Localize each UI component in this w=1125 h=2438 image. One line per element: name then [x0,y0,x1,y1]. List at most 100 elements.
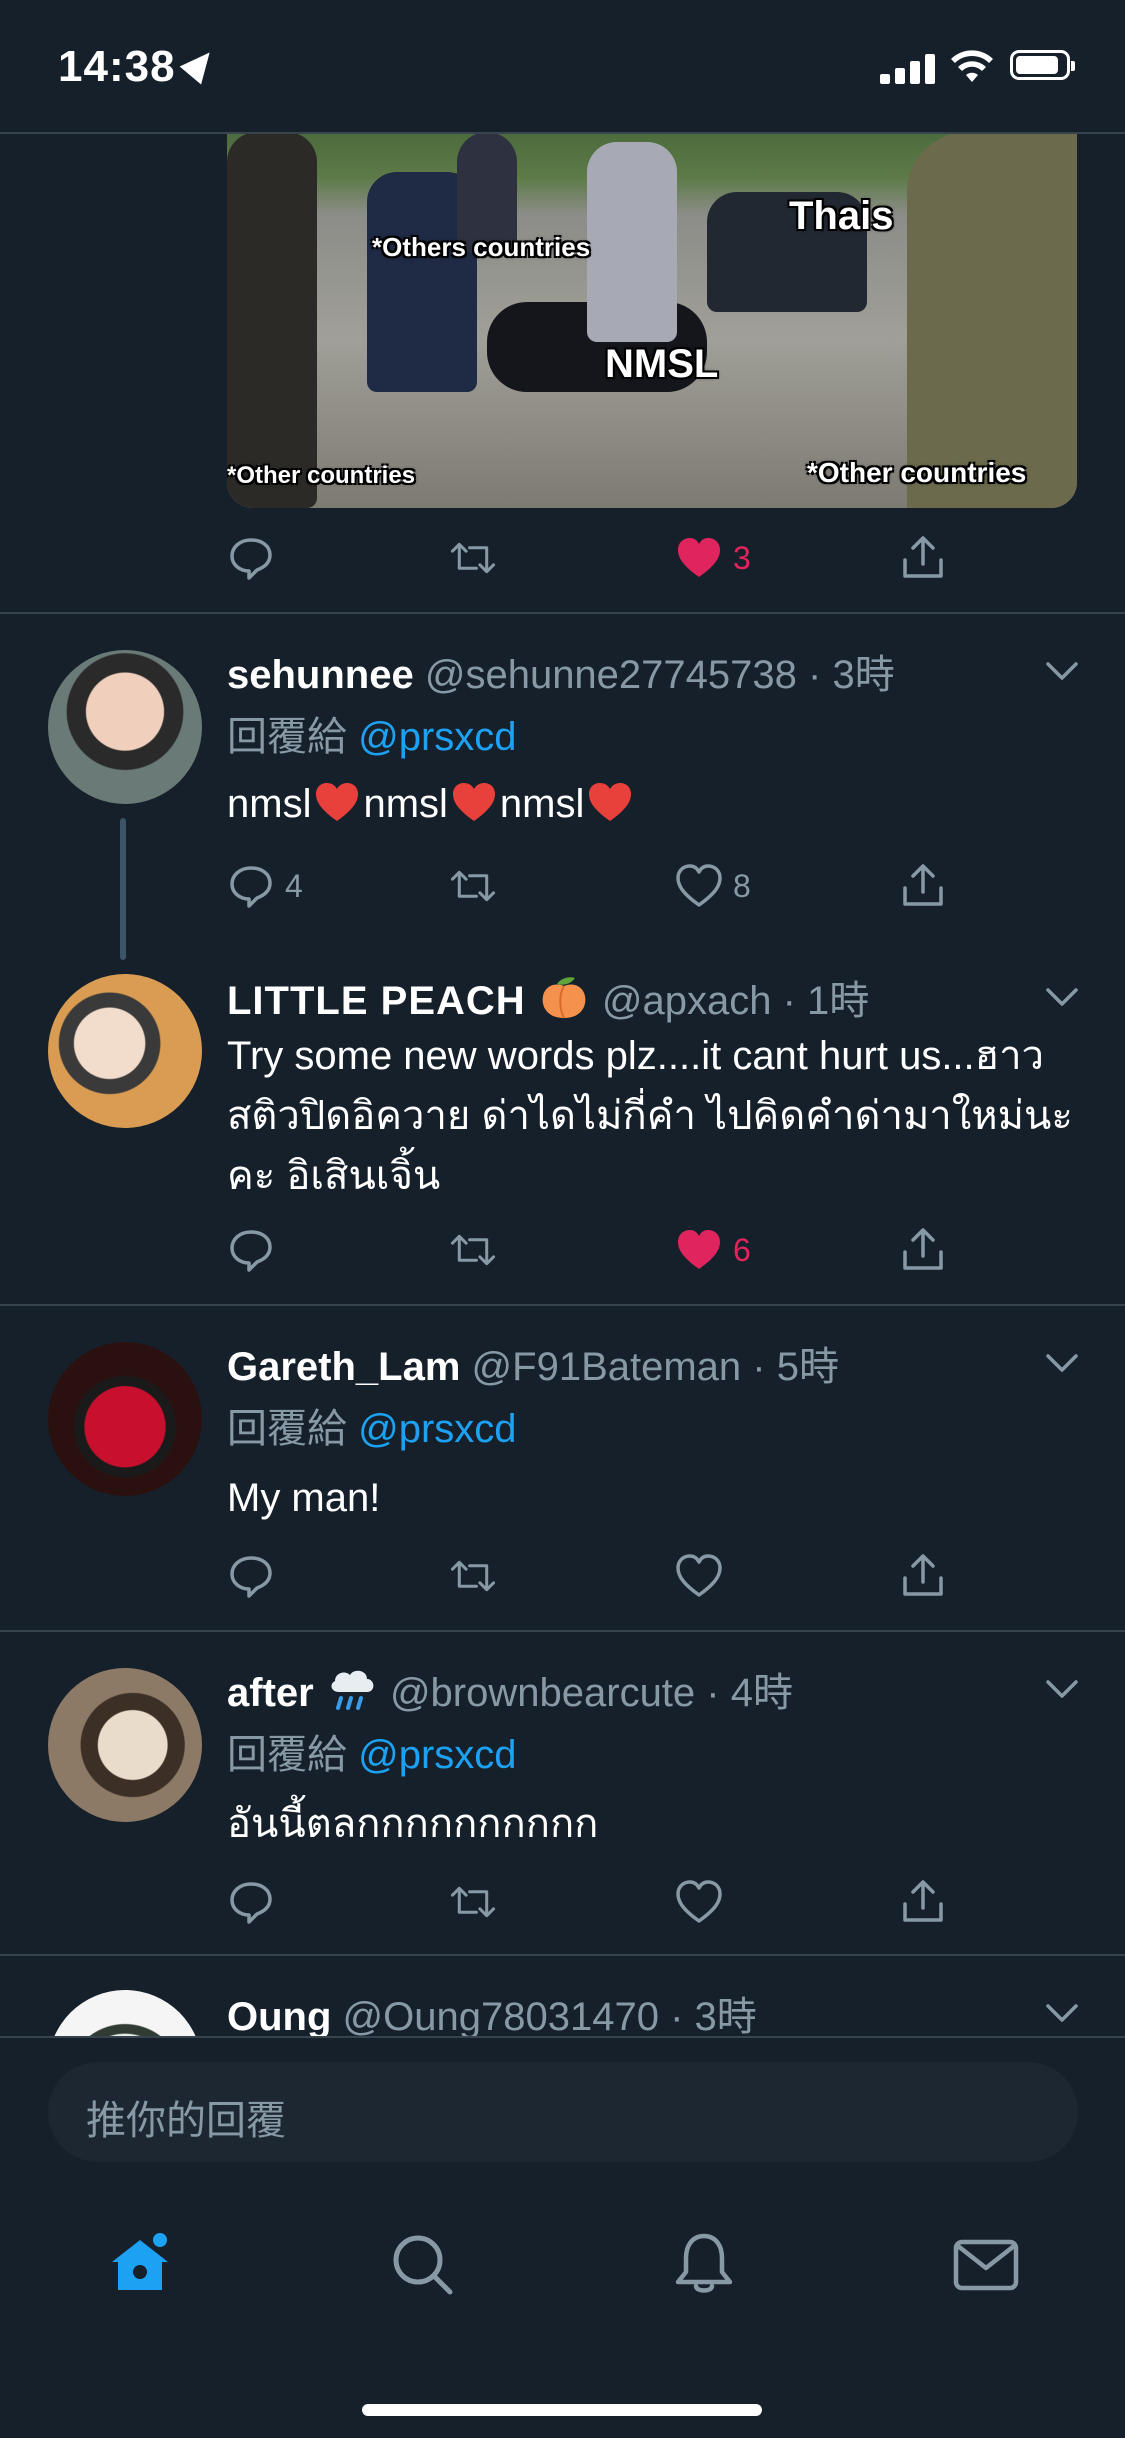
mention-link[interactable]: @prsxcd [358,1407,516,1451]
tweet-media-image[interactable]: *Others countries Thais NMSL *Other coun… [227,132,1077,508]
reply-context: 回覆給 @prsxcd [227,1722,517,1780]
tweet-header: sehunnee @sehunne27745738 · 3時 [227,642,895,700]
display-name[interactable]: LITTLE PEACH [227,979,526,1023]
share-icon [903,1554,943,1596]
like-button[interactable] [675,1546,723,1606]
reply-placeholder: 推你的回覆 [86,2099,286,2143]
battery-icon [1010,50,1075,80]
tweet-text: Try some new words plz....it cant hurt u… [227,1034,1073,1198]
tweet-header: LITTLE PEACH @apxach · 1時 [227,968,869,1026]
tweet-header: Gareth_Lam @F91Bateman · 5時 [227,1334,839,1392]
reply-input[interactable]: 推你的回覆 [48,2062,1078,2162]
handle-and-time: @sehunne27745738 · 3時 [424,653,895,697]
red-heart-emoji [452,783,495,821]
like-button[interactable]: 8 [675,856,751,916]
like-count: 3 [733,539,751,576]
heart-filled-icon [678,538,720,577]
share-icon [903,536,943,578]
tweet-header: after @brownbearcute · 4時 [227,1660,793,1718]
like-button[interactable]: 3 [675,528,751,588]
status-time: 14:38 [58,42,220,92]
bell-icon[interactable] [668,2228,740,2300]
chevron-down-icon[interactable] [1045,2002,1079,2024]
retweet-button[interactable] [449,1546,497,1606]
divider [0,1304,1125,1306]
handle-and-time: @Oung78031470 · 3時 [342,1995,757,2039]
share-button[interactable] [899,528,947,588]
chevron-down-icon[interactable] [1045,1678,1079,1700]
tweet-header: Oung @Oung78031470 · 3時 [227,1984,757,2042]
retweet-icon [450,542,496,574]
chevron-down-icon[interactable] [1045,986,1079,1008]
reply-prefix: 回覆給 [227,1407,347,1451]
reply-prefix: 回覆給 [227,715,347,759]
retweet-button[interactable] [449,528,497,588]
share-button[interactable] [899,1546,947,1606]
mention-link[interactable]: @prsxcd [358,1733,516,1777]
mail-icon[interactable] [950,2228,1022,2300]
reply-button[interactable] [227,528,275,588]
location-arrow-icon [179,43,220,85]
red-heart-emoji [316,783,359,821]
search-icon[interactable] [386,2228,458,2300]
reply-button[interactable] [227,1872,275,1932]
avatar[interactable] [48,650,202,804]
status-bar: 14:38 [0,0,1125,134]
reply-count: 4 [285,867,303,904]
tweet-text: nmsl nmsl nmsl [227,774,1077,834]
reply-icon [230,538,272,580]
display-name[interactable]: after [227,1671,314,1715]
reply-button[interactable]: 4 [227,856,303,916]
peach-emoji [542,977,586,1019]
reply-icon [230,1230,272,1272]
like-count: 8 [733,867,751,904]
cellular-signal-icon [880,52,936,84]
heart-outline-icon [676,1880,722,1923]
tweet-text: อันนี้ตลกกกกกกกกกก [227,1802,599,1846]
avatar[interactable] [48,974,202,1128]
chevron-down-icon[interactable] [1045,1352,1079,1374]
meme-caption: NMSL [605,342,719,386]
retweet-icon [450,1886,496,1918]
share-icon [903,1228,943,1270]
like-button[interactable] [675,1872,723,1932]
like-count: 6 [733,1231,751,1268]
reply-icon [230,866,272,908]
retweet-icon [450,870,496,902]
reply-button[interactable] [227,1220,275,1280]
reply-button[interactable] [227,1546,275,1606]
retweet-button[interactable] [449,1220,497,1280]
retweet-button[interactable] [449,1872,497,1932]
thread-line [120,818,126,960]
reply-context: 回覆給 @prsxcd [227,1396,517,1454]
wifi-icon [951,50,993,82]
avatar[interactable] [48,1342,202,1496]
avatar[interactable] [48,1668,202,1822]
share-button[interactable] [899,1872,947,1932]
heart-outline-icon [676,864,722,907]
meme-caption: *Others countries [372,232,591,262]
handle-and-time: @brownbearcute · 4時 [389,1671,793,1715]
share-button[interactable] [899,1220,947,1280]
red-heart-emoji [589,783,632,821]
divider [0,1630,1125,1632]
home-icon[interactable] [104,2228,176,2300]
tweet-text: My man! [227,1476,381,1520]
display-name[interactable]: Oung [227,1995,331,2039]
tweet-actions: 4 8 [227,856,967,916]
share-icon [903,1880,943,1922]
mention-link[interactable]: @prsxcd [358,715,516,759]
reply-prefix: 回覆給 [227,1733,347,1777]
like-button[interactable]: 6 [675,1220,751,1280]
chevron-down-icon[interactable] [1045,660,1079,682]
share-button[interactable] [899,856,947,916]
retweet-button[interactable] [449,856,497,916]
home-indicator [362,2404,762,2416]
heart-outline-icon [676,1554,722,1597]
tweet-actions [227,1546,967,1606]
display-name[interactable]: Gareth_Lam [227,1345,460,1389]
tweet-actions [227,1872,967,1932]
share-icon [903,864,943,906]
display-name[interactable]: sehunnee [227,653,414,697]
retweet-icon [450,1560,496,1592]
